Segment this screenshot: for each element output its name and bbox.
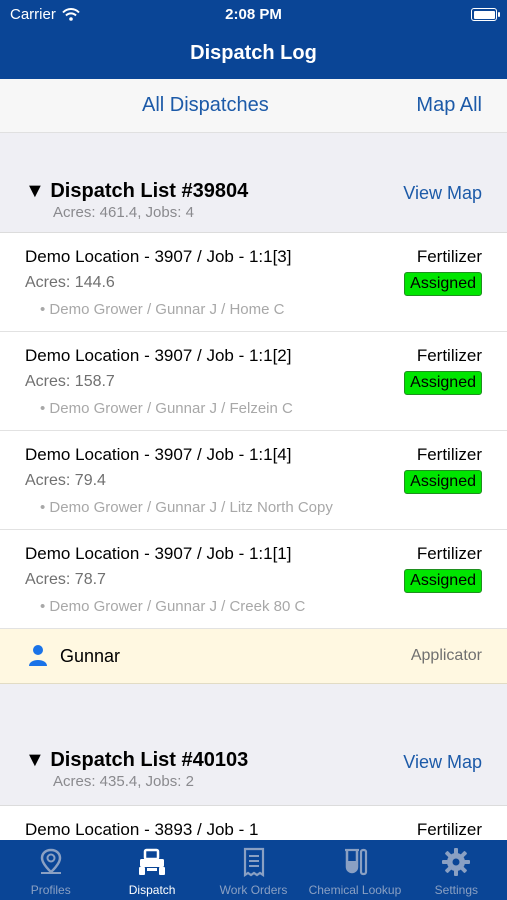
- status-badge: Assigned: [404, 569, 482, 593]
- job-acres: Acres: 144.6: [25, 274, 115, 291]
- tab-bar: Profiles Dispatch Work Orders Chemical L…: [0, 840, 507, 900]
- job-row[interactable]: Demo Location - 3907 / Job - 1:1[2] Acre…: [0, 332, 507, 431]
- tab-label: Chemical Lookup: [308, 883, 402, 897]
- job-row[interactable]: Demo Location - 3907 / Job - 1:1[3] Acre…: [0, 233, 507, 332]
- tab-work-orders[interactable]: Work Orders: [203, 840, 304, 900]
- clock: 2:08 PM: [225, 6, 282, 23]
- job-type: Fertilizer: [416, 820, 482, 839]
- nav-bar: Dispatch Log: [0, 30, 507, 79]
- tab-settings[interactable]: Settings: [406, 840, 507, 900]
- job-type: Fertilizer: [416, 544, 482, 563]
- job-path: • Demo Grower / Gunnar J / Creek 80 C: [40, 598, 306, 615]
- view-map-button[interactable]: View Map: [403, 183, 482, 204]
- tractor-icon: [139, 848, 166, 875]
- dispatch-section-header[interactable]: ▼ Dispatch List #40103 Acres: 435.4, Job…: [0, 684, 507, 806]
- dispatch-list-summary: Acres: 461.4, Jobs: 4: [53, 204, 194, 221]
- job-path: • Demo Grower / Gunnar J / Litz North Co…: [40, 499, 333, 516]
- tab-label: Dispatch: [128, 883, 176, 897]
- job-acres: Acres: 158.7: [25, 373, 115, 390]
- tab-chemical-lookup[interactable]: Chemical Lookup: [304, 840, 405, 900]
- status-badge: Assigned: [404, 272, 482, 296]
- view-map-button[interactable]: View Map: [403, 752, 482, 773]
- applicator-row[interactable]: Gunnar Applicator: [0, 629, 507, 684]
- job-type: Fertilizer: [416, 346, 482, 365]
- map-pin-icon: [40, 848, 61, 874]
- dispatch-list-title: ▼ Dispatch List #39804: [25, 180, 249, 202]
- dispatch-list[interactable]: ▼ Dispatch List #39804 Acres: 461.4, Job…: [0, 133, 507, 840]
- job-acres: Acres: 79.4: [25, 472, 106, 489]
- map-all-button[interactable]: Map All: [416, 94, 482, 117]
- dispatch-list-title: ▼ Dispatch List #40103: [25, 749, 249, 771]
- applicator-name: Gunnar: [60, 646, 121, 666]
- status-bar: Carrier 2:08 PM: [0, 0, 507, 30]
- job-name: Demo Location - 3893 / Job - 1: [25, 820, 259, 839]
- status-badge: Assigned: [404, 470, 482, 494]
- receipt-icon: [243, 847, 264, 877]
- job-name: Demo Location - 3907 / Job - 1:1[2]: [25, 346, 292, 365]
- tab-label: Settings: [434, 883, 478, 897]
- tab-dispatch[interactable]: Dispatch: [101, 840, 202, 900]
- tab-label: Work Orders: [219, 883, 288, 897]
- job-acres: Acres: 78.7: [25, 571, 106, 588]
- status-badge: Assigned: [404, 371, 482, 395]
- battery-icon: [471, 8, 500, 21]
- job-row[interactable]: Demo Location - 3907 / Job - 1:1[1] Acre…: [0, 530, 507, 629]
- job-name: Demo Location - 3907 / Job - 1:1[3]: [25, 247, 292, 266]
- tab-label: Profiles: [30, 883, 71, 897]
- dispatch-section-header[interactable]: ▼ Dispatch List #39804 Acres: 461.4, Job…: [0, 133, 507, 233]
- job-type: Fertilizer: [416, 247, 482, 266]
- job-type: Fertilizer: [416, 445, 482, 464]
- applicator-role: Applicator: [410, 647, 482, 664]
- dispatch-list-summary: Acres: 435.4, Jobs: 2: [53, 773, 194, 790]
- page-title: Dispatch Log: [190, 42, 317, 64]
- job-row[interactable]: Demo Location - 3893 / Job - 1 Fertilize…: [0, 806, 507, 840]
- job-path: • Demo Grower / Gunnar J / Felzein C: [40, 400, 293, 417]
- dispatch-toolbar: All Dispatches Map All: [0, 79, 507, 133]
- all-dispatches-button[interactable]: All Dispatches: [142, 94, 269, 117]
- job-row[interactable]: Demo Location - 3907 / Job - 1:1[4] Acre…: [0, 431, 507, 530]
- job-name: Demo Location - 3907 / Job - 1:1[4]: [25, 445, 292, 464]
- person-icon: [29, 645, 47, 666]
- job-path: • Demo Grower / Gunnar J / Home C: [40, 301, 285, 318]
- tab-profiles[interactable]: Profiles: [0, 840, 101, 900]
- flask-icon: [344, 848, 368, 876]
- job-name: Demo Location - 3907 / Job - 1:1[1]: [25, 544, 292, 563]
- gear-icon: [442, 848, 471, 876]
